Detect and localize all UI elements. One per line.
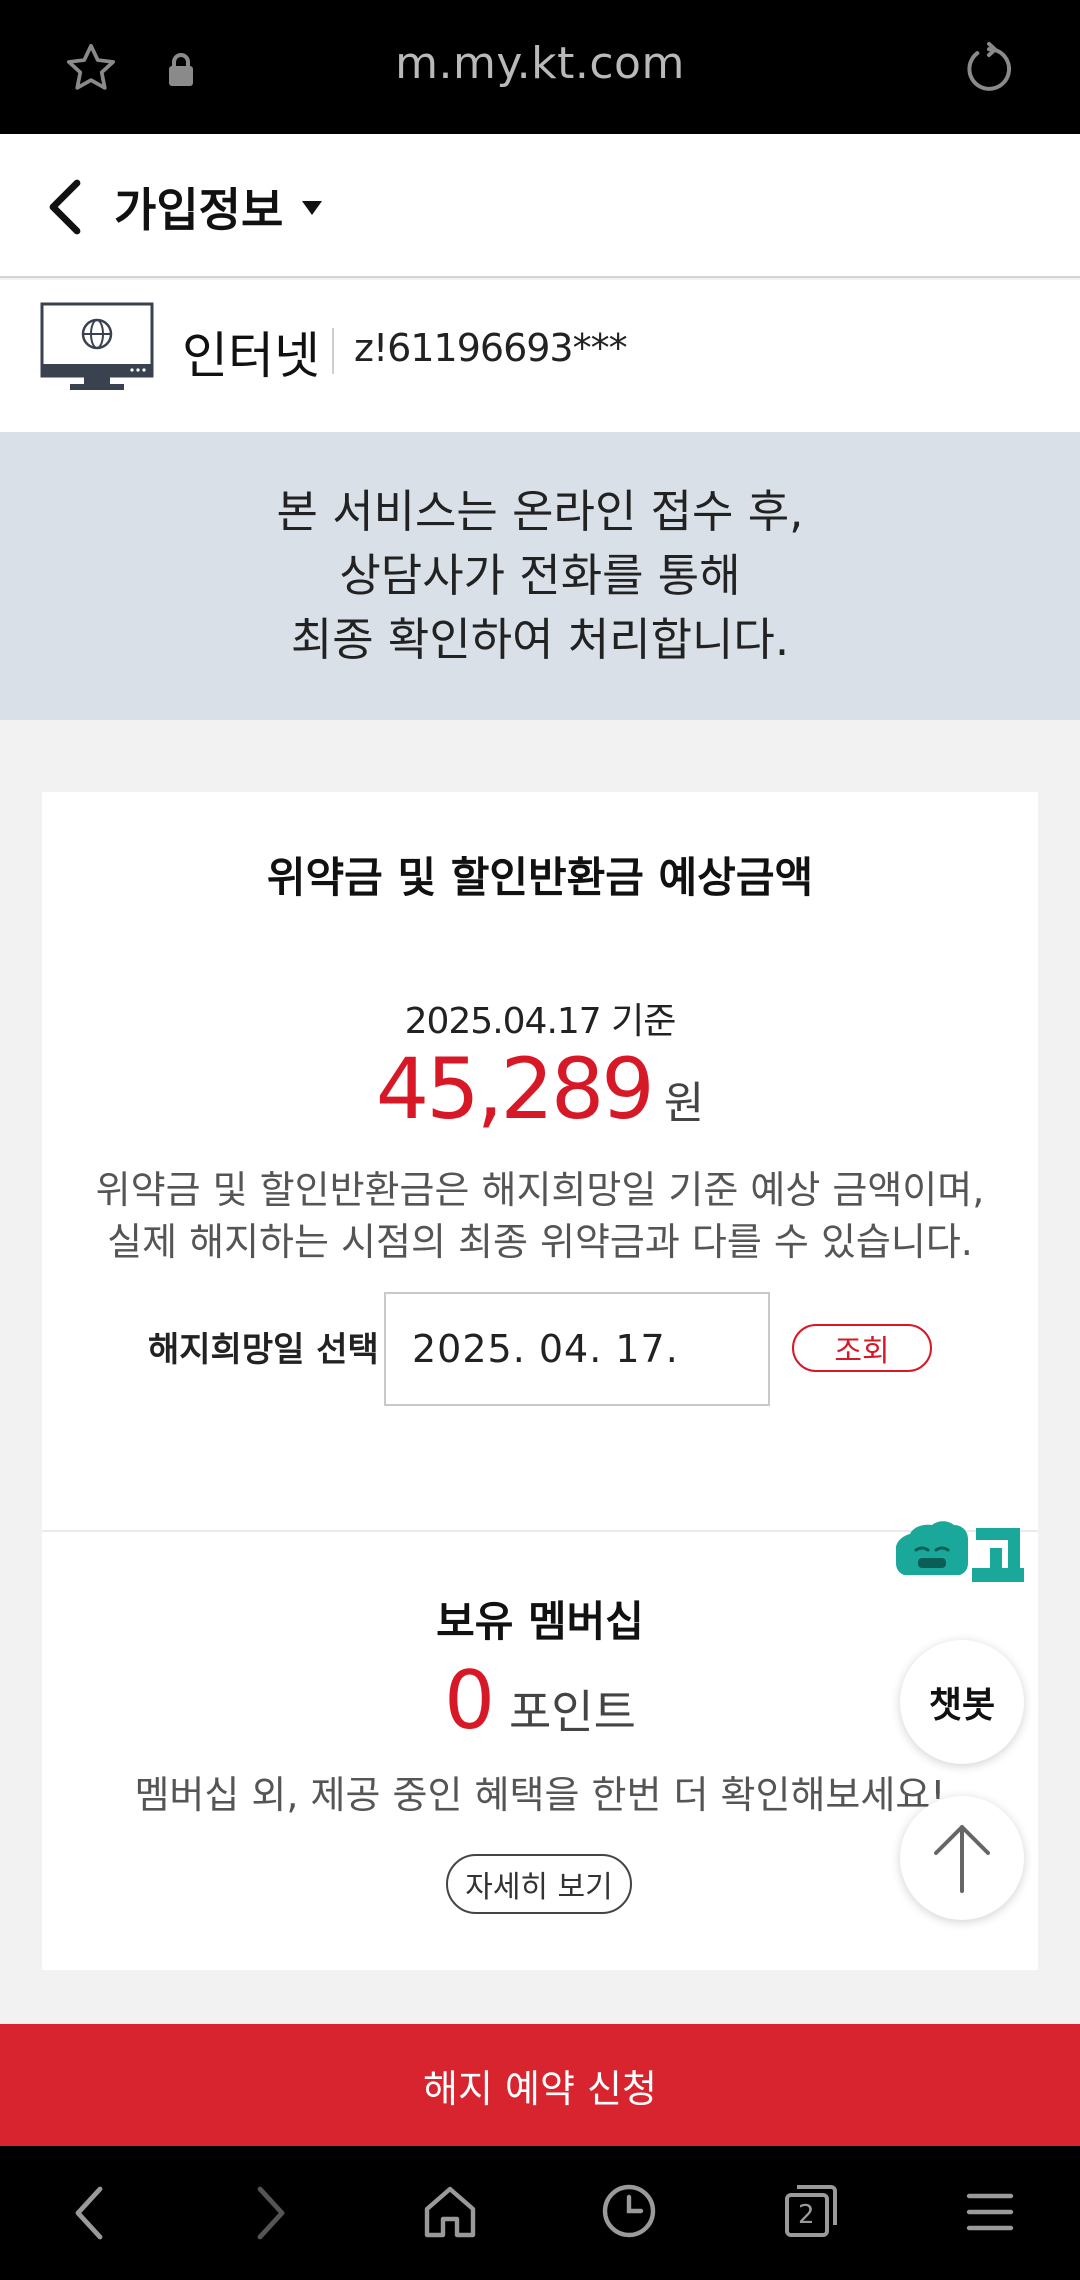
date-input[interactable]: 2025. 04. 17. bbox=[384, 1292, 770, 1406]
date-label: 해지희망일 선택 bbox=[148, 1330, 379, 1370]
membership-title: 보유 멤버십 bbox=[436, 1597, 644, 1646]
penalty-date: 2025.04.17 기준 bbox=[404, 1001, 677, 1042]
query-button[interactable]: 조회 bbox=[792, 1324, 932, 1372]
penalty-amount: 45,289 bbox=[375, 1040, 655, 1138]
detail-button[interactable]: 자세히 보기 bbox=[446, 1854, 632, 1914]
tab-count: 2 bbox=[798, 2200, 815, 2230]
notice-banner: 본 서비스는 온라인 접수 후, 상담사가 전화를 통해 최종 확인하여 처리합… bbox=[0, 432, 1080, 720]
penalty-amount-line: 45,289 원 bbox=[42, 1040, 1038, 1138]
tabs-icon[interactable]: 2 bbox=[778, 2178, 844, 2244]
scroll-top-button[interactable] bbox=[900, 1796, 1024, 1920]
info-card: 위약금 및 할인반환금 예상금액 2025.04.17 기준 45,289 원 위… bbox=[42, 792, 1038, 1970]
points-unit: 포인트 bbox=[508, 1685, 636, 1739]
mascot-icon[interactable] bbox=[896, 1520, 1024, 1590]
page-title[interactable]: 가입정보 bbox=[114, 174, 283, 240]
chatbot-button[interactable]: 챗봇 bbox=[900, 1640, 1024, 1764]
benefit-text: 멤버십 외, 제공 중인 혜택을 한번 더 확인해보세요! bbox=[134, 1773, 946, 1817]
notice-line: 최종 확인하여 처리합니다. bbox=[290, 613, 790, 666]
menu-icon[interactable] bbox=[962, 2186, 1018, 2238]
url-field[interactable]: m.my.kt.com bbox=[0, 38, 1080, 89]
service-row: 인터넷 z!61196693*** bbox=[0, 280, 1080, 432]
penalty-unit: 원 bbox=[663, 1078, 705, 1129]
page-header: 가입정보 bbox=[0, 134, 1080, 278]
points-line: 0 포인트 bbox=[42, 1654, 1038, 1747]
penalty-title: 위약금 및 할인반환금 예상금액 bbox=[266, 853, 814, 902]
dropdown-caret-icon[interactable] bbox=[298, 196, 326, 220]
chatbot-label: 챗봇 bbox=[928, 1685, 996, 1726]
home-icon[interactable] bbox=[420, 2180, 480, 2242]
back-icon[interactable] bbox=[64, 2182, 114, 2244]
section-divider bbox=[42, 1530, 1038, 1532]
arrow-up-icon bbox=[934, 1825, 990, 1893]
monitor-globe-icon bbox=[40, 302, 154, 394]
penalty-description: 위약금 및 할인반환금은 해지희망일 기준 예상 금액이며, 실제 해지하는 시… bbox=[95, 1168, 985, 1264]
divider bbox=[332, 328, 334, 374]
browser-bottom-nav: 2 bbox=[0, 2146, 1080, 2280]
account-id: z!61196693*** bbox=[354, 326, 628, 370]
back-arrow-icon[interactable] bbox=[40, 176, 90, 238]
notice-line: 상담사가 전화를 통해 bbox=[339, 549, 741, 602]
service-name: 인터넷 bbox=[182, 327, 320, 385]
cancel-reservation-button[interactable]: 해지 예약 신청 bbox=[0, 2024, 1080, 2146]
history-clock-icon[interactable] bbox=[598, 2180, 660, 2242]
forward-icon[interactable] bbox=[246, 2182, 296, 2244]
notice-line: 본 서비스는 온라인 접수 후, bbox=[276, 485, 804, 538]
membership-points: 0 bbox=[444, 1654, 495, 1747]
reload-icon[interactable] bbox=[958, 38, 1020, 100]
browser-top-bar: m.my.kt.com bbox=[0, 0, 1080, 134]
